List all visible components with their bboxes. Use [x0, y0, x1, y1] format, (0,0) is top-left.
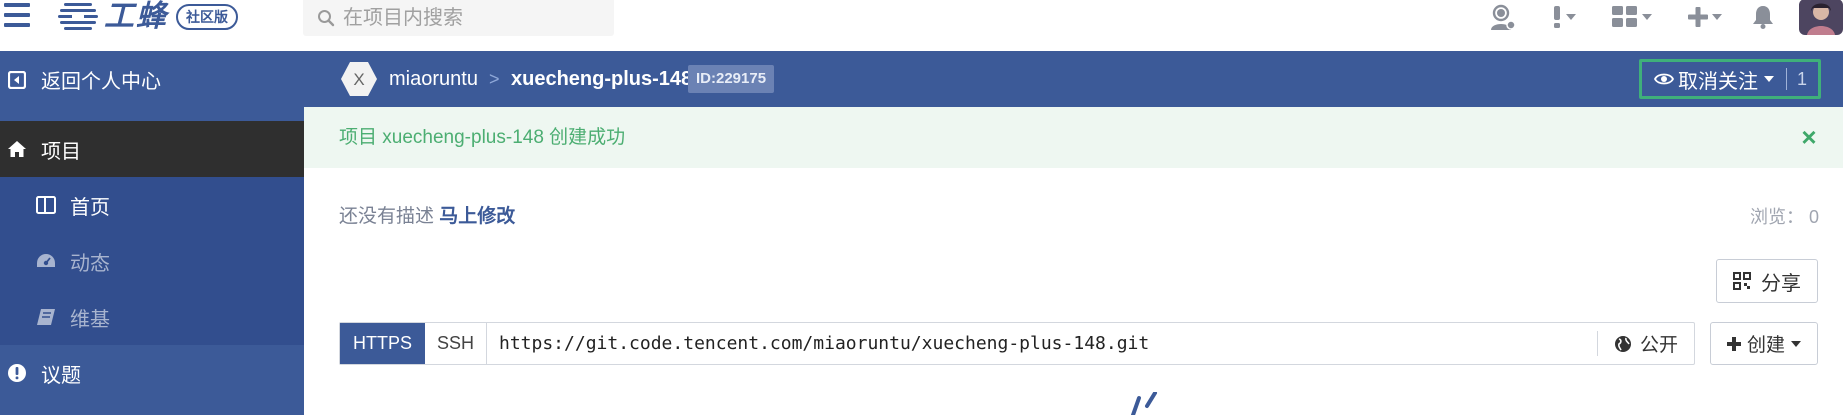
chevron-down-icon [1791, 340, 1801, 347]
project-header: X miaoruntu > xuecheng-plus-148 ID:22917… [304, 51, 1843, 107]
sidebar-item-label: 返回个人中心 [41, 71, 161, 93]
alert-icon [1554, 6, 1560, 28]
unwatch-button[interactable]: 取消关注 1 [1639, 59, 1821, 99]
search-icon [318, 10, 335, 27]
description-placeholder: 还没有描述 [339, 206, 435, 227]
success-alert: 项目 xuecheng-plus-148 创建成功 × [304, 107, 1843, 168]
view-count: 浏览： 0 [1749, 207, 1819, 227]
sidebar: 返回个人中心 项目 首页 动态 维基 议题 [0, 51, 304, 415]
sidebar-item-project[interactable]: 项目 [0, 121, 304, 177]
share-button[interactable]: 分享 [1716, 259, 1818, 303]
create-button[interactable]: 创建 [1710, 322, 1818, 365]
edition-badge: 社区版 [176, 4, 238, 30]
bell-icon [1753, 6, 1773, 29]
edit-description-link[interactable]: 马上修改 [439, 206, 515, 227]
plus-icon [1726, 336, 1741, 351]
watch-count: 1 [1797, 68, 1808, 89]
columns-icon [36, 195, 56, 215]
divider [1786, 68, 1787, 90]
project-id-badge: ID:229175 [688, 65, 775, 93]
exclamation-circle-icon [7, 363, 27, 383]
sidebar-item-label: 维基 [70, 308, 110, 331]
sidebar-item-back[interactable]: 返回个人中心 [0, 51, 304, 108]
chevron-down-icon [1764, 76, 1774, 82]
search-box[interactable] [303, 0, 614, 36]
sidebar-item-label: 议题 [41, 364, 81, 387]
breadcrumb-repo[interactable]: xuecheng-plus-148 [511, 51, 692, 107]
user-avatar[interactable] [1799, 0, 1843, 35]
visibility-label: 公开 [1639, 335, 1678, 356]
clone-url-group: HTTPS SSH 公开 [339, 322, 1695, 365]
back-icon [7, 70, 27, 90]
plus-icon [1688, 7, 1708, 27]
support-agent-icon [1491, 4, 1516, 30]
create-label: 创建 [1746, 335, 1785, 356]
empty-state-illustration [1131, 392, 1157, 415]
search-input[interactable] [343, 6, 603, 30]
chevron-down-icon [1642, 14, 1652, 20]
https-tab[interactable]: HTTPS [340, 323, 425, 364]
share-label: 分享 [1761, 272, 1801, 295]
sidebar-item-label: 项目 [41, 140, 81, 163]
logo-icon [58, 3, 98, 30]
sidebar-item-wiki[interactable]: 维基 [0, 289, 304, 345]
book-icon [36, 307, 56, 327]
breadcrumb-separator: > [489, 69, 500, 89]
home-icon [7, 139, 27, 159]
project-description: 还没有描述 马上修改 [339, 203, 515, 231]
globe-icon [1614, 335, 1631, 352]
qrcode-icon [1733, 272, 1751, 290]
eye-icon [1654, 73, 1674, 85]
visibility-indicator[interactable]: 公开 [1597, 331, 1694, 356]
logo[interactable]: 工蜂 社区版 [58, 0, 238, 34]
sidebar-item-issues[interactable]: 议题 [0, 345, 304, 401]
sidebar-item-home[interactable]: 首页 [0, 177, 304, 233]
sidebar-item-label: 动态 [70, 252, 110, 275]
clone-url-input[interactable] [487, 323, 1597, 364]
logo-text: 工蜂 [104, 0, 168, 34]
alert-message: 项目 xuecheng-plus-148 创建成功 [339, 127, 626, 148]
breadcrumb-owner[interactable]: miaoruntu [389, 51, 478, 107]
top-navbar: 工蜂 社区版 [0, 0, 1843, 51]
chevron-down-icon [1712, 14, 1722, 20]
notifications-button[interactable] [1752, 0, 1774, 34]
apps-menu[interactable] [1612, 0, 1652, 34]
chevron-down-icon [1566, 14, 1576, 20]
apps-grid-icon [1612, 6, 1637, 27]
dashboard-icon [36, 251, 56, 271]
sidebar-item-activity[interactable]: 动态 [0, 233, 304, 289]
unwatch-label: 取消关注 [1678, 70, 1758, 93]
user-avatar-image [1799, 0, 1843, 35]
support-button[interactable] [1488, 0, 1516, 34]
create-menu[interactable] [1688, 0, 1722, 34]
ssh-tab[interactable]: SSH [425, 323, 487, 364]
close-icon[interactable]: × [1797, 124, 1821, 150]
menu-icon[interactable] [4, 3, 30, 27]
alerts-menu[interactable] [1552, 0, 1576, 34]
sidebar-item-label: 首页 [70, 196, 110, 219]
project-avatar-letter: X [353, 70, 364, 89]
project-avatar[interactable]: X [340, 61, 378, 97]
